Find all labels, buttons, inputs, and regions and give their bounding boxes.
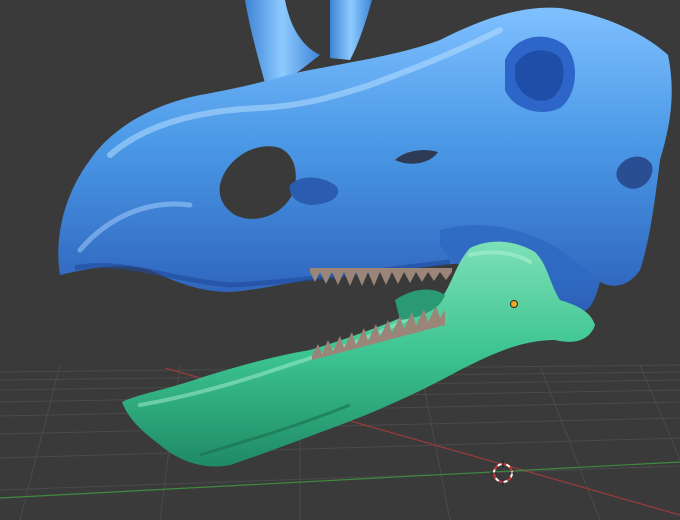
object-origin-icon xyxy=(510,300,518,308)
3d-viewport[interactable] xyxy=(0,0,680,520)
3d-cursor-icon xyxy=(490,460,516,486)
y-axis-line xyxy=(0,461,680,499)
skull-mesh[interactable] xyxy=(58,0,672,313)
viewport-canvas[interactable] xyxy=(0,0,680,520)
